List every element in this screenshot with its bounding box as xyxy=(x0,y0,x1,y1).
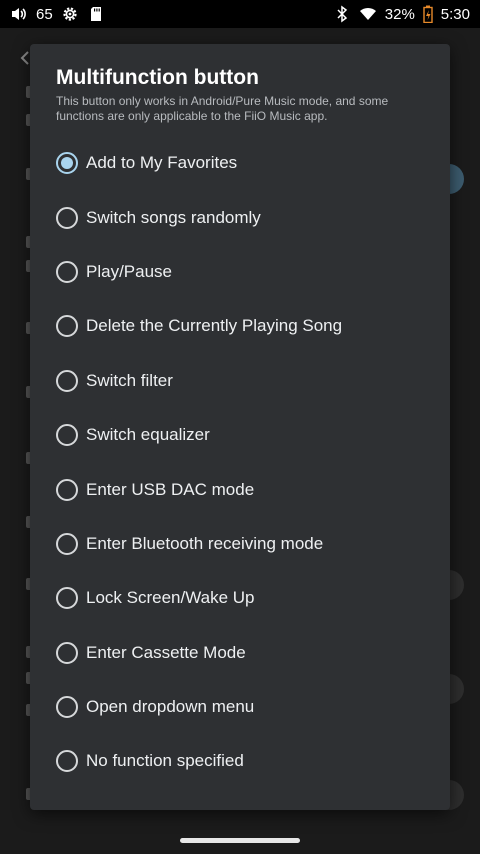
option-label: Add to My Favorites xyxy=(86,153,238,173)
sd-card-icon xyxy=(87,5,105,23)
radio-button[interactable] xyxy=(56,369,78,392)
navigation-gesture-handle[interactable] xyxy=(180,838,300,843)
option-label: Play/Pause xyxy=(86,261,172,281)
option-label: Switch equalizer xyxy=(86,425,210,445)
screen: 65 32% 5:30 Multifunction button This bu… xyxy=(0,0,480,854)
option-label: Lock Screen/Wake Up xyxy=(86,588,255,608)
status-bar-right: 32% 5:30 xyxy=(333,5,470,24)
battery-icon xyxy=(423,5,433,24)
option-label: Enter USB DAC mode xyxy=(86,479,255,499)
radio-button[interactable] xyxy=(56,206,78,229)
option-delete-current-song[interactable]: Delete the Currently Playing Song xyxy=(56,299,436,353)
radio-button[interactable] xyxy=(56,152,78,175)
dialog-title: Multifunction button xyxy=(56,66,259,89)
radio-button[interactable] xyxy=(56,260,78,283)
option-label: Switch filter xyxy=(86,370,173,390)
multifunction-button-dialog: Multifunction button This button only wo… xyxy=(30,44,450,810)
option-bluetooth-receiving-mode[interactable]: Enter Bluetooth receiving mode xyxy=(56,517,436,571)
battery-percent: 32% xyxy=(384,5,415,23)
option-switch-songs-randomly[interactable]: Switch songs randomly xyxy=(56,190,436,244)
radio-button[interactable] xyxy=(56,587,78,610)
radio-button[interactable] xyxy=(56,532,78,555)
option-label: Open dropdown menu xyxy=(86,697,255,717)
clock-time: 5:30 xyxy=(440,5,470,23)
option-cassette-mode[interactable]: Enter Cassette Mode xyxy=(56,626,436,680)
radio-button[interactable] xyxy=(56,315,78,338)
option-label: Enter Cassette Mode xyxy=(86,642,246,662)
option-open-dropdown-menu[interactable]: Open dropdown menu xyxy=(56,680,436,734)
option-lock-screen-wake-up[interactable]: Lock Screen/Wake Up xyxy=(56,571,436,625)
option-label: Switch songs randomly xyxy=(86,207,261,227)
bluetooth-icon xyxy=(333,5,351,23)
dialog-description: This button only works in Android/Pure M… xyxy=(56,94,389,123)
radio-button[interactable] xyxy=(56,750,78,773)
radio-button[interactable] xyxy=(56,696,78,719)
option-usb-dac-mode[interactable]: Enter USB DAC mode xyxy=(56,462,436,516)
option-add-to-favorites[interactable]: Add to My Favorites xyxy=(56,136,436,190)
option-label: Delete the Currently Playing Song xyxy=(86,316,343,336)
option-switch-equalizer[interactable]: Switch equalizer xyxy=(56,408,436,462)
radio-button[interactable] xyxy=(56,641,78,664)
option-switch-filter[interactable]: Switch filter xyxy=(56,354,436,408)
option-label: No function specified xyxy=(86,751,244,771)
option-play-pause[interactable]: Play/Pause xyxy=(56,245,436,299)
wifi-icon xyxy=(359,5,377,23)
option-list: Add to My Favorites Switch songs randoml… xyxy=(56,136,436,789)
status-bar: 65 32% 5:30 xyxy=(0,0,480,28)
option-label: Enter Bluetooth receiving mode xyxy=(86,533,324,553)
settings-gear-icon xyxy=(61,5,79,23)
radio-button[interactable] xyxy=(56,424,78,447)
status-bar-left: 65 xyxy=(10,5,105,23)
volume-icon xyxy=(10,5,28,23)
volume-level: 65 xyxy=(36,5,53,23)
option-no-function[interactable]: No function specified xyxy=(56,734,436,788)
radio-button[interactable] xyxy=(56,478,78,501)
